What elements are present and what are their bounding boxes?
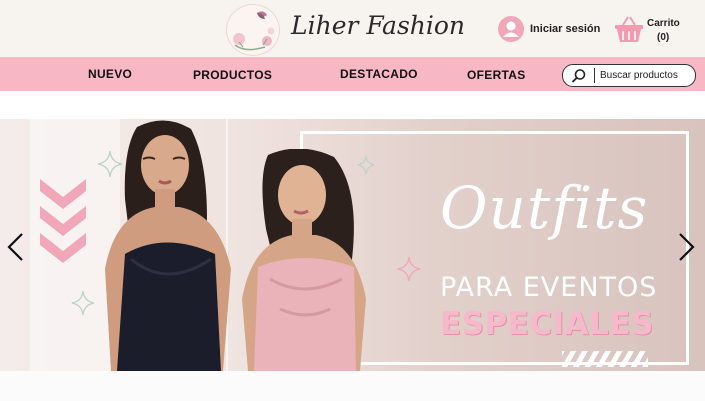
user-icon [498, 16, 524, 42]
login-label: Iniciar sesión [530, 23, 601, 35]
brand-name[interactable]: Liher Fashion [291, 11, 465, 40]
model-pink-dress-image [242, 149, 366, 371]
site-header: Liher Fashion Iniciar sesión Carrito (0) [0, 0, 705, 57]
chevron-left-icon[interactable] [4, 232, 28, 262]
main-nav: NUEVO PRODUCTOS DESTACADO OFERTAS [0, 57, 705, 91]
sparkle-icon [71, 290, 95, 316]
chevron-decor-icon [40, 179, 86, 209]
nav-item-nuevo[interactable]: NUEVO [88, 67, 132, 81]
logo-badge[interactable] [226, 4, 280, 56]
basket-icon [615, 16, 643, 42]
search-input[interactable] [600, 67, 690, 83]
chevron-decor-icon [40, 233, 86, 263]
page-content-start [0, 371, 705, 401]
nav-item-ofertas[interactable]: OFERTAS [467, 68, 526, 82]
model-black-dress-image [105, 120, 231, 371]
chevron-right-icon[interactable] [674, 232, 698, 262]
search-box[interactable] [562, 64, 696, 87]
search-divider [594, 68, 595, 83]
banner-script-title: Outfits [440, 174, 649, 242]
hero-banner[interactable]: Outfits PARA EVENTOS ESPECIALES [0, 119, 705, 371]
cart-label: Carrito [647, 18, 680, 29]
cart-count: (0) [657, 32, 670, 43]
butterfly-floral-logo-icon [233, 11, 275, 51]
banner-subtitle: PARA EVENTOS [440, 272, 658, 303]
nav-item-productos[interactable]: PRODUCTOS [193, 68, 272, 82]
chevron-decor-icon [40, 206, 86, 236]
stripes-decor [562, 351, 648, 367]
banner-highlight: ESPECIALES [440, 306, 654, 342]
cart-link[interactable]: Carrito (0) [614, 14, 704, 48]
login-link[interactable]: Iniciar sesión [498, 16, 600, 42]
sparkle-icon [397, 256, 421, 282]
magnifier-icon[interactable] [571, 68, 587, 84]
nav-item-destacado[interactable]: DESTACADO [340, 67, 418, 81]
